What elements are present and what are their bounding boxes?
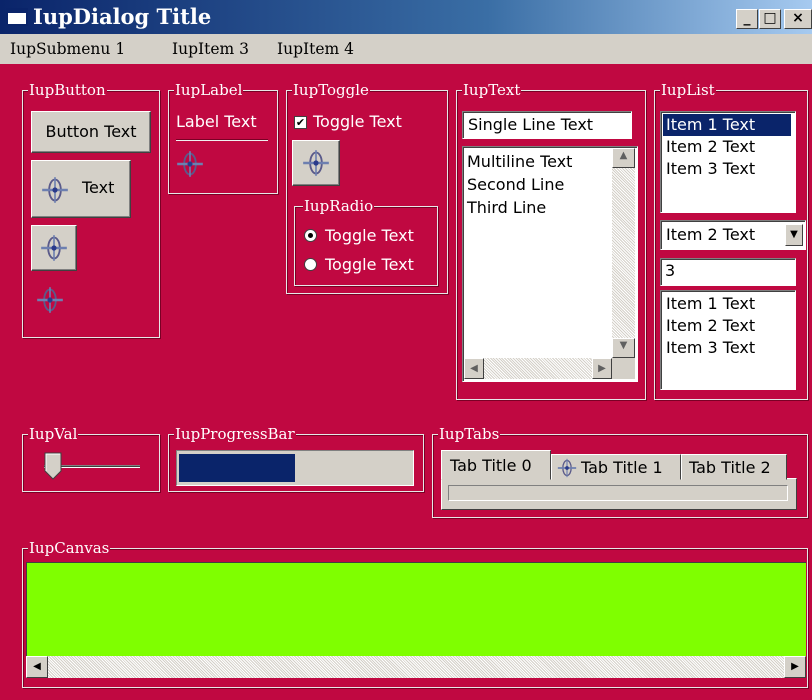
list-item[interactable]: Item 3 Text bbox=[666, 337, 755, 359]
multiline-horizontal-scrollbar[interactable]: ◀ ▶ bbox=[464, 358, 612, 379]
minimize-button[interactable]: _ bbox=[736, 9, 758, 29]
tab-content-panel bbox=[441, 478, 797, 510]
scrollbar-corner bbox=[612, 358, 635, 379]
cross-icon bbox=[40, 234, 68, 262]
maximize-button[interactable]: □ bbox=[759, 9, 781, 29]
dropdown-value: Item 2 Text bbox=[666, 225, 756, 244]
tabs-group-title: IupTabs bbox=[438, 425, 501, 443]
cross-icon bbox=[557, 458, 577, 478]
window-title: IupDialog Title bbox=[33, 4, 212, 29]
image-button[interactable] bbox=[31, 225, 77, 271]
canvas-group-title: IupCanvas bbox=[28, 539, 111, 557]
canvas-area[interactable] bbox=[26, 562, 806, 656]
tab-title-2[interactable]: Tab Title 2 bbox=[681, 454, 787, 480]
image-button-label: Text bbox=[82, 178, 115, 197]
image-label-cross-icon bbox=[176, 150, 204, 178]
multiline-line-2: Second Line bbox=[467, 175, 565, 194]
tab-label-1: Tab Title 1 bbox=[581, 458, 663, 477]
list-box[interactable]: Item 1 Text Item 2 Text Item 3 Text bbox=[660, 111, 796, 213]
image-toggle-button[interactable] bbox=[292, 140, 340, 186]
menu-item-submenu-1[interactable]: IupSubmenu 1 bbox=[10, 39, 125, 59]
slider-thumb[interactable] bbox=[44, 452, 62, 480]
text-label: Label Text bbox=[176, 112, 257, 131]
tab-title-1[interactable]: Tab Title 1 bbox=[551, 454, 681, 480]
cross-icon bbox=[41, 176, 69, 204]
app-icon[interactable] bbox=[6, 8, 28, 26]
radio-dot bbox=[308, 233, 313, 238]
tab-label-2: Tab Title 2 bbox=[689, 458, 771, 477]
scroll-right-arrow-icon[interactable]: ▶ bbox=[592, 358, 612, 379]
tab-title-0[interactable]: Tab Title 0 bbox=[441, 450, 551, 480]
radio-label-2[interactable]: Toggle Text bbox=[325, 254, 414, 276]
list-item-selected[interactable]: Item 1 Text bbox=[663, 114, 791, 136]
list-item[interactable]: Item 3 Text bbox=[666, 158, 755, 180]
button-group-title: IupButton bbox=[28, 81, 107, 99]
list-item[interactable]: Item 2 Text bbox=[666, 136, 755, 158]
radio-button-2[interactable] bbox=[304, 258, 317, 271]
scroll-right-arrow-icon[interactable]: ▶ bbox=[784, 656, 806, 678]
tab-inner-area bbox=[448, 485, 788, 501]
progress-group-title: IupProgressBar bbox=[174, 425, 296, 443]
menu-bar: IupSubmenu 1 IupItem 3 IupItem 4 bbox=[0, 34, 812, 64]
dropdown-list[interactable]: Item 2 Text ▼ bbox=[660, 220, 806, 250]
text-button[interactable]: Button Text bbox=[31, 111, 151, 153]
close-button[interactable]: × bbox=[784, 9, 812, 29]
flat-image-button-icon[interactable] bbox=[36, 286, 64, 314]
multiline-text-area[interactable]: Multiline Text Second Line Third Line ▲ … bbox=[462, 146, 638, 382]
radio-button-1[interactable] bbox=[304, 229, 317, 242]
single-line-text-input[interactable]: Single Line Text bbox=[462, 111, 632, 139]
scroll-down-arrow-icon[interactable]: ▼ bbox=[612, 338, 635, 358]
dropdown-arrow-icon[interactable]: ▼ bbox=[785, 224, 803, 246]
image-text-button[interactable]: Text bbox=[31, 160, 131, 218]
val-group-title: IupVal bbox=[28, 425, 79, 443]
toggle-checkbox[interactable]: ✔ bbox=[294, 116, 307, 129]
multiline-line-1: Multiline Text bbox=[467, 152, 573, 171]
list-edit-input[interactable]: 3 bbox=[660, 258, 796, 286]
text-group-title: IupText bbox=[462, 81, 522, 99]
cross-icon bbox=[302, 149, 330, 177]
radio-group-title: IupRadio bbox=[303, 197, 375, 215]
title-bar[interactable]: IupDialog Title _ □ × bbox=[0, 0, 812, 34]
label-group-title: IupLabel bbox=[174, 81, 244, 99]
tab-label-0: Tab Title 0 bbox=[450, 456, 532, 475]
toggle-label[interactable]: Toggle Text bbox=[313, 111, 402, 133]
scroll-left-arrow-icon[interactable]: ◀ bbox=[464, 358, 484, 379]
radio-label-1[interactable]: Toggle Text bbox=[325, 225, 414, 247]
toggle-group-title: IupToggle bbox=[292, 81, 370, 99]
menu-item-item-3[interactable]: IupItem 3 bbox=[172, 39, 249, 59]
canvas-horizontal-scrollbar[interactable]: ◀ ▶ bbox=[26, 656, 806, 678]
multiline-vertical-scrollbar[interactable]: ▲ ▼ bbox=[612, 148, 635, 358]
progress-bar-fill bbox=[179, 454, 295, 482]
list-item[interactable]: Item 2 Text bbox=[666, 315, 755, 337]
label-group-frame bbox=[168, 90, 278, 194]
menu-item-item-4[interactable]: IupItem 4 bbox=[277, 39, 354, 59]
progress-bar bbox=[176, 450, 414, 486]
scroll-up-arrow-icon[interactable]: ▲ bbox=[612, 148, 635, 168]
separator-line bbox=[176, 139, 268, 141]
list-item[interactable]: Item 1 Text bbox=[666, 293, 755, 315]
multiline-line-3: Third Line bbox=[467, 198, 547, 217]
editbox-list[interactable]: Item 1 Text Item 2 Text Item 3 Text bbox=[660, 290, 796, 390]
list-group-title: IupList bbox=[660, 81, 716, 99]
scroll-left-arrow-icon[interactable]: ◀ bbox=[26, 656, 48, 678]
